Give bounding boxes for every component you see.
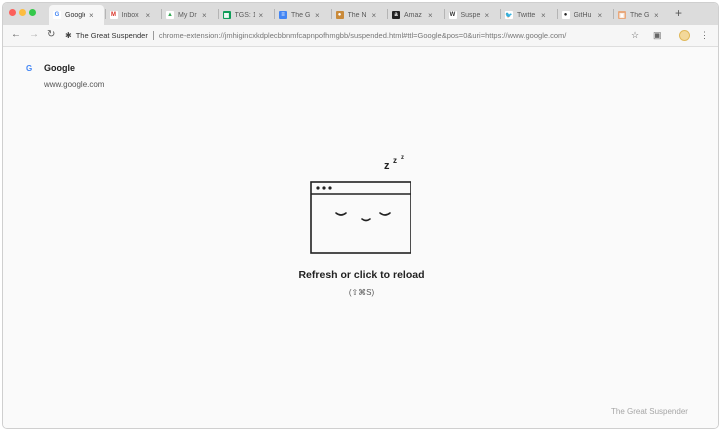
github-icon: ● xyxy=(561,11,570,19)
reload-prompt[interactable]: Refresh or click to reload xyxy=(3,269,718,281)
browser-window: GGoogle×MInbox×▲My Dr×▦TGS: 1×≡The G×●Th… xyxy=(2,2,719,429)
omnibox-url[interactable]: chrome-extension://jmhigincxkdplecbbnmfc… xyxy=(159,31,567,40)
page-title: Google xyxy=(44,63,75,73)
tab-separator xyxy=(387,9,388,19)
close-icon[interactable]: × xyxy=(202,11,207,20)
tab-google-g[interactable]: G Google × xyxy=(49,5,104,25)
tab-sheets[interactable]: ▦ TGS: 1 × xyxy=(219,5,274,25)
tab-separator xyxy=(274,9,275,19)
tab-title: Twitte xyxy=(517,11,536,19)
reload-icon[interactable]: ↻ xyxy=(47,29,55,40)
close-icon[interactable]: × xyxy=(315,11,320,20)
tab-gmail[interactable]: M Inbox × xyxy=(106,5,161,25)
close-icon[interactable]: × xyxy=(146,11,151,20)
sheets-icon: ▦ xyxy=(222,11,231,19)
circle-icon: ● xyxy=(335,11,344,19)
omnibox-extension-name: The Great Suspender xyxy=(75,31,148,40)
tab-title: Suspe xyxy=(460,11,481,19)
sleeping-window-icon[interactable]: z z z xyxy=(307,152,411,256)
tab-separator xyxy=(330,9,332,19)
tab-title: The N xyxy=(347,11,367,19)
tab-separator xyxy=(217,9,219,19)
tab-title: Amaz xyxy=(404,11,422,19)
tab-title: The G xyxy=(630,11,650,19)
new-tab-button[interactable]: + xyxy=(675,6,682,20)
tab-separator xyxy=(613,9,614,19)
footer-brand[interactable]: The Great Suspender xyxy=(611,407,688,416)
drive-icon: ▲ xyxy=(166,11,174,19)
menu-icon[interactable]: ⋮ xyxy=(700,30,709,41)
tab-title: GitHu xyxy=(573,11,592,19)
close-icon[interactable]: × xyxy=(259,11,264,20)
google-g-icon: G xyxy=(53,11,61,19)
wikipedia-icon: W xyxy=(448,11,457,19)
close-icon[interactable]: × xyxy=(372,11,377,20)
omnibox-divider xyxy=(152,31,154,40)
sleep-z-icon: z xyxy=(393,156,397,165)
tab-amazon[interactable]: a Amaz × xyxy=(388,5,443,25)
star-icon[interactable]: ☆ xyxy=(631,30,639,41)
sleep-z-icon: z xyxy=(401,155,404,161)
avatar[interactable] xyxy=(679,30,690,41)
tab-wikipedia[interactable]: W Suspe × xyxy=(445,5,500,25)
close-icon[interactable]: × xyxy=(428,11,433,20)
close-icon[interactable]: × xyxy=(485,11,490,20)
suspended-page[interactable]: G Google www.google.com z z z Refresh or… xyxy=(3,48,718,428)
close-icon[interactable]: × xyxy=(654,11,659,20)
suspender-icon: ▣ xyxy=(618,11,626,19)
reload-hotkey: (⇧⌘S) xyxy=(348,288,375,297)
extension-icon[interactable]: ▣ xyxy=(653,30,662,41)
tab-separator xyxy=(500,9,501,19)
close-window-button[interactable] xyxy=(9,9,16,16)
amazon-icon: a xyxy=(392,11,400,19)
page-url[interactable]: www.google.com xyxy=(44,80,104,89)
tab-circle[interactable]: ● The N × xyxy=(332,5,387,25)
tab-title: My Dr xyxy=(178,11,197,19)
minimize-window-button[interactable] xyxy=(19,9,26,16)
toolbar: ← → ↻ ✱ The Great Suspender chrome-exten… xyxy=(3,25,718,47)
extension-puzzle-icon: ✱ xyxy=(65,31,72,40)
tab-separator xyxy=(104,9,106,19)
tab-separator xyxy=(443,9,445,19)
close-icon[interactable]: × xyxy=(89,11,94,20)
maximize-window-button[interactable] xyxy=(29,9,36,16)
omnibox[interactable]: ✱ The Great Suspender chrome-extension:/… xyxy=(65,28,635,43)
google-favicon-icon: G xyxy=(26,64,33,73)
sleep-z-icon: z xyxy=(384,160,390,172)
tab-separator xyxy=(556,9,558,19)
tab-docs[interactable]: ≡ The G × xyxy=(275,5,330,25)
forward-arrow-icon[interactable]: → xyxy=(29,29,39,40)
tab-title: The G xyxy=(291,11,311,19)
tab-title: Inbox xyxy=(121,11,139,19)
tab-title: Google xyxy=(65,11,85,19)
docs-icon: ≡ xyxy=(279,11,287,19)
tab-title: TGS: 1 xyxy=(234,11,255,19)
tab-twitter[interactable]: 🐦 Twitte × xyxy=(501,5,556,25)
twitter-icon: 🐦 xyxy=(505,11,513,19)
close-icon[interactable]: × xyxy=(598,11,603,20)
gmail-icon: M xyxy=(109,11,118,19)
close-icon[interactable]: × xyxy=(541,11,546,20)
tab-drive[interactable]: ▲ My Dr × xyxy=(162,5,217,25)
back-arrow-icon[interactable]: ← xyxy=(11,29,21,40)
tab-suspender[interactable]: ▣ The G × xyxy=(614,5,669,25)
tab-separator xyxy=(161,9,162,19)
tab-github[interactable]: ● GitHu × xyxy=(558,5,613,25)
tab-strip: GGoogle×MInbox×▲My Dr×▦TGS: 1×≡The G×●Th… xyxy=(3,3,718,25)
